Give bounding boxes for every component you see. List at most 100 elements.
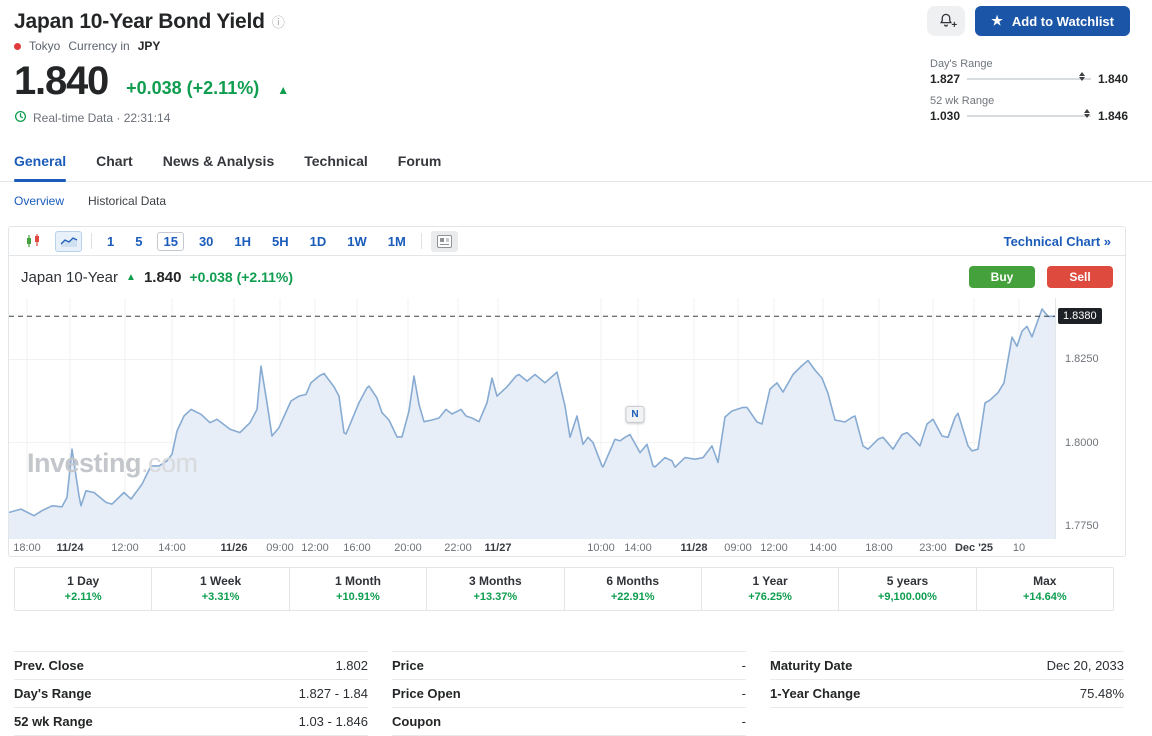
interval-1[interactable]: 1 (101, 232, 120, 251)
chart-toolbar: 1 5 15 30 1H 5H 1D 1W 1M Technical Chart… (9, 227, 1125, 256)
subtab-overview[interactable]: Overview (14, 194, 64, 208)
days-range-label: Day's Range (930, 58, 1128, 70)
52wk-range-track (967, 115, 1091, 117)
instrument-name: Japan 10-Year (21, 269, 118, 286)
market-status-dot (14, 43, 21, 50)
x-axis-label: 12:00 (760, 542, 788, 554)
x-axis-label: 09:00 (266, 542, 294, 554)
chart-plot-area[interactable]: Investing.com N (9, 298, 1055, 539)
interval-5h[interactable]: 5H (266, 232, 295, 251)
info-icon[interactable]: ⓘ (272, 16, 285, 29)
currency-value: JPY (138, 39, 161, 53)
perf-3-months[interactable]: 3 Months +13.37% (427, 568, 564, 610)
instrument-change: +0.038 (+2.11%) (189, 269, 293, 285)
x-axis-label: 12:00 (301, 542, 329, 554)
main-tabs: General Chart News & Analysis Technical … (0, 144, 1152, 182)
y-axis-label: 1.8250 (1065, 353, 1099, 365)
star-icon: ★ (991, 13, 1003, 29)
perf-1-month[interactable]: 1 Month +10.91% (290, 568, 427, 610)
x-axis-label: Dec '25 (955, 542, 993, 554)
perf-1-day[interactable]: 1 Day +2.11% (15, 568, 152, 610)
stat-maturity-date: Maturity Date Dec 20, 2033 (770, 652, 1124, 680)
interval-5[interactable]: 5 (129, 232, 148, 251)
interval-1w[interactable]: 1W (341, 232, 373, 251)
page-header: Japan 10-Year Bond Yield ⓘ Tokyo Currenc… (0, 0, 1152, 126)
stats-col-3: Maturity Date Dec 20, 2033 1-Year Change… (770, 651, 1124, 736)
interval-1d[interactable]: 1D (304, 232, 333, 251)
tab-technical[interactable]: Technical (304, 144, 368, 181)
52wk-range: 52 wk Range 1.030 1.846 (930, 95, 1128, 123)
news-events-icon[interactable] (431, 231, 458, 252)
price-chart[interactable] (9, 298, 1055, 539)
last-price: 1.840 (14, 61, 108, 101)
perf-1-week[interactable]: 1 Week +3.31% (152, 568, 289, 610)
x-axis-label: 11/27 (485, 542, 512, 554)
stats-table: Prev. Close 1.802 Day's Range 1.827 - 1.… (14, 651, 1124, 736)
x-axis-label: 18:00 (865, 542, 893, 554)
x-axis-label: 09:00 (724, 542, 752, 554)
technical-chart-link[interactable]: Technical Chart » (1004, 234, 1115, 249)
52wk-range-label: 52 wk Range (930, 95, 1128, 107)
interval-15[interactable]: 15 (157, 232, 183, 251)
x-axis-label: 18:00 (13, 542, 41, 554)
subtab-historical-data[interactable]: Historical Data (88, 194, 166, 208)
interval-1h[interactable]: 1H (228, 232, 257, 251)
y-axis-label: 1.8000 (1065, 437, 1099, 449)
page-title: Japan 10-Year Bond Yield (14, 10, 265, 34)
perf-1-year[interactable]: 1 Year +76.25% (702, 568, 839, 610)
area-chart-icon[interactable] (55, 231, 82, 252)
x-axis-label: 11/28 (681, 542, 708, 554)
x-axis: 18:00 11/24 12:00 14:00 11/26 09:00 12:00 16:00… (9, 539, 1125, 556)
tab-news-analysis[interactable]: News & Analysis (163, 144, 275, 181)
interval-1m[interactable]: 1M (382, 232, 412, 251)
exchange-label: Tokyo (29, 39, 60, 53)
y-axis-label: 1.7750 (1065, 520, 1099, 532)
stat-prev-close: Prev. Close 1.802 (14, 652, 368, 680)
x-axis-label: 16:00 (343, 542, 371, 554)
price-scale[interactable]: 1.8380 1.8250 1.8000 1.7750 (1055, 298, 1125, 539)
perf-5-years[interactable]: 5 years +9,100.00% (839, 568, 976, 610)
stats-col-2: Price - Price Open - Coupon - (392, 651, 746, 736)
x-axis-label: 14:00 (809, 542, 837, 554)
clock-icon (14, 110, 27, 126)
tab-forum[interactable]: Forum (398, 144, 442, 181)
ranges-block: Day's Range 1.827 1.840 52 wk Range 1.03… (930, 58, 1128, 123)
chart-panel: 1 5 15 30 1H 5H 1D 1W 1M Technical Chart… (8, 226, 1126, 557)
candlestick-chart-icon[interactable] (19, 231, 46, 252)
sell-button[interactable]: Sell (1047, 266, 1113, 288)
days-range-high: 1.840 (1098, 72, 1128, 86)
performance-strip: 1 Day +2.11% 1 Week +3.31% 1 Month +10.9… (14, 567, 1114, 611)
52wk-range-low: 1.030 (930, 109, 960, 123)
watchlist-button-label: Add to Watchlist (1012, 14, 1114, 29)
instrument-price: 1.840 (144, 269, 182, 286)
tab-chart[interactable]: Chart (96, 144, 133, 181)
create-alert-button[interactable]: + (927, 6, 965, 36)
interval-30[interactable]: 30 (193, 232, 219, 251)
days-range-track (967, 78, 1091, 80)
days-range-marker (1079, 72, 1085, 81)
currency-in-label: Currency in (68, 39, 129, 53)
x-axis-label: 14:00 (158, 542, 186, 554)
x-axis-label: 10:00 (587, 542, 615, 554)
stat-52wk-range: 52 wk Range 1.03 - 1.846 (14, 708, 368, 736)
stat-1-year-change: 1-Year Change 75.48% (770, 680, 1124, 708)
52wk-range-high: 1.846 (1098, 109, 1128, 123)
stat-price-open: Price Open - (392, 680, 746, 708)
toolbar-divider (421, 233, 422, 249)
buy-button[interactable]: Buy (969, 266, 1035, 288)
tab-general[interactable]: General (14, 144, 66, 181)
stats-col-1: Prev. Close 1.802 Day's Range 1.827 - 1.… (14, 651, 368, 736)
plus-icon: + (951, 20, 957, 31)
current-price-badge: 1.8380 (1058, 308, 1102, 324)
x-axis-label: 11/24 (57, 542, 84, 554)
perf-max[interactable]: Max +14.64% (977, 568, 1113, 610)
x-axis-label: 11/26 (221, 542, 248, 554)
realtime-status: Real-time Data · 22:31:14 (33, 111, 170, 125)
news-marker[interactable]: N (626, 406, 645, 423)
x-axis-label: 20:00 (394, 542, 422, 554)
x-axis-label: 22:00 (444, 542, 472, 554)
perf-6-months[interactable]: 6 Months +22.91% (565, 568, 702, 610)
toolbar-divider (91, 233, 92, 249)
chart-legend: Japan 10-Year ▲ 1.840 +0.038 (+2.11%) Bu… (9, 256, 1125, 298)
add-to-watchlist-button[interactable]: ★ Add to Watchlist (975, 6, 1130, 36)
